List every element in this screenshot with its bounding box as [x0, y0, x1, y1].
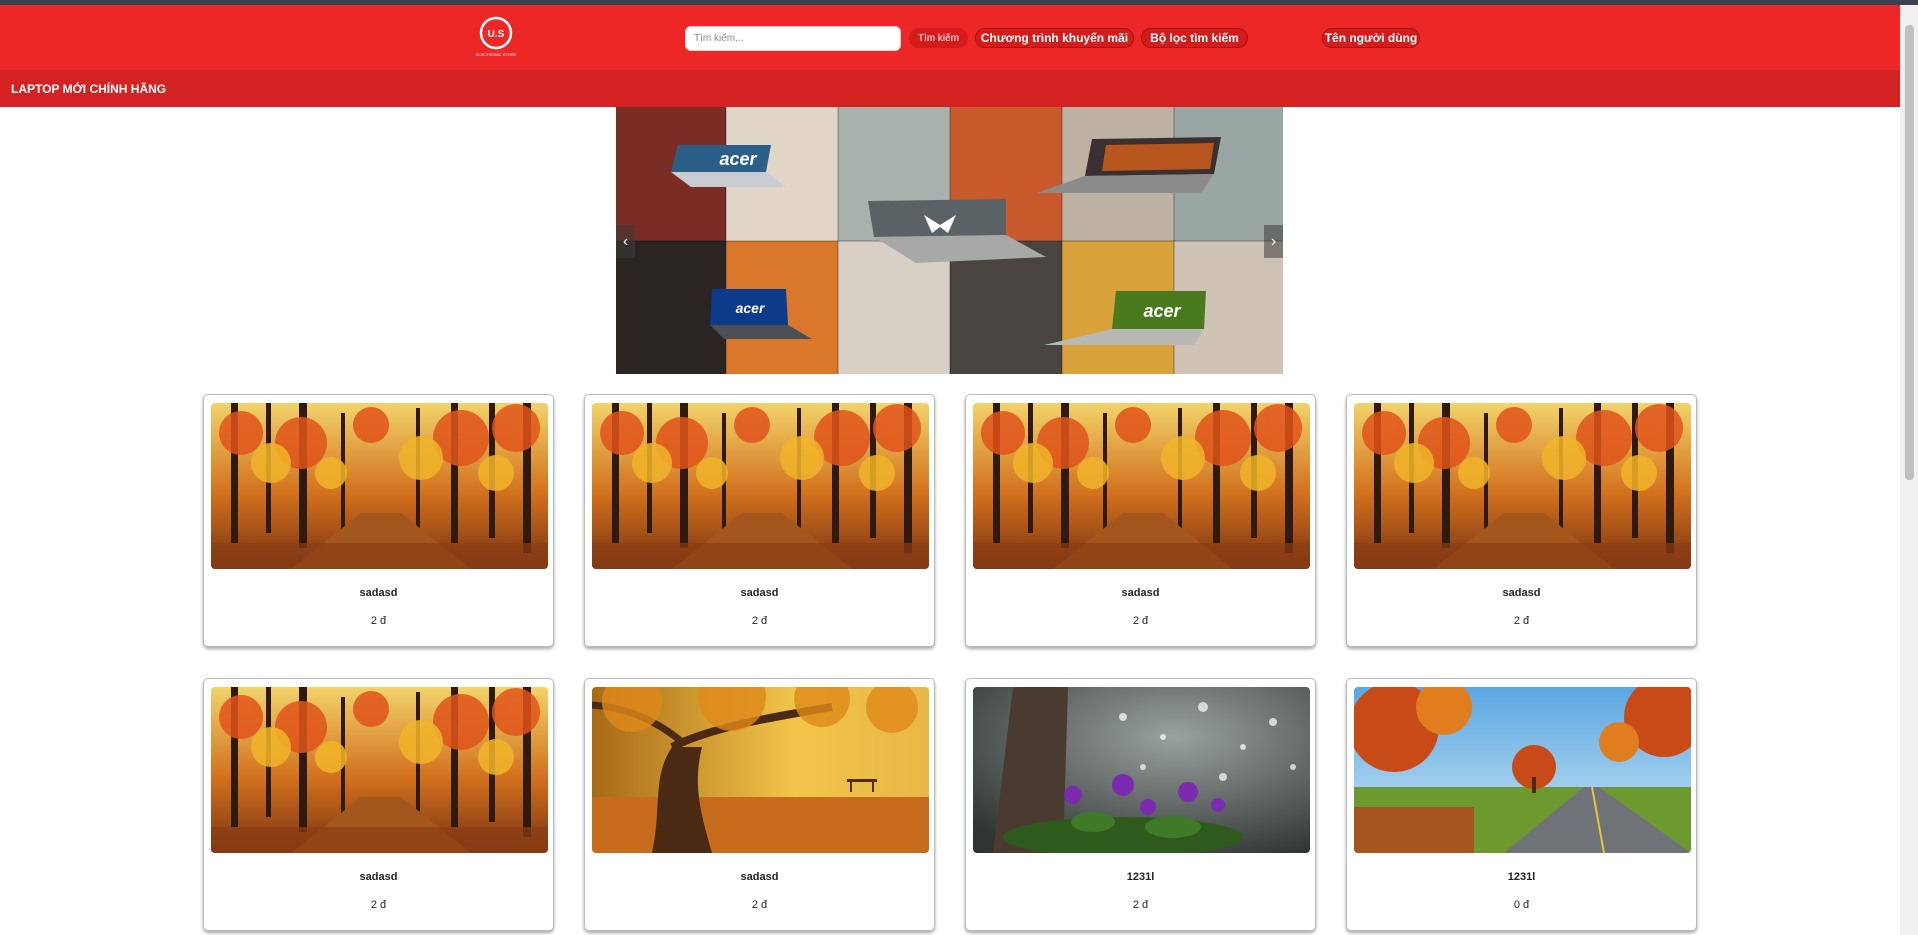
product-name[interactable]: sadasd	[585, 587, 934, 599]
svg-text:acer: acer	[1143, 301, 1181, 321]
product-price: 0 đ	[1513, 899, 1530, 911]
svg-text:U.S: U.S	[488, 29, 505, 40]
product-image[interactable]	[592, 687, 929, 853]
product-card[interactable]: sadasd 2 đ	[1346, 394, 1697, 647]
product-price: 2 đ	[751, 899, 768, 911]
product-card[interactable]: 1231l 2 đ	[965, 678, 1316, 931]
category-bar: LAPTOP MỚI CHÍNH HÃNG	[0, 70, 1900, 107]
filter-button[interactable]: Bộ lọc tìm kiếm	[1141, 28, 1248, 48]
product-price: 2 đ	[1132, 615, 1149, 627]
product-image[interactable]	[1354, 687, 1691, 853]
product-image[interactable]	[592, 403, 929, 569]
product-name[interactable]: sadasd	[1347, 587, 1696, 599]
product-price: 2 đ	[370, 899, 387, 911]
category-title[interactable]: LAPTOP MỚI CHÍNH HÃNG	[11, 82, 166, 96]
product-image[interactable]	[211, 403, 548, 569]
page-scrollbar[interactable]	[1900, 5, 1918, 935]
chevron-left-icon: ‹	[622, 232, 629, 250]
search-button-label: Tìm kiếm	[917, 32, 960, 44]
product-image[interactable]	[973, 687, 1310, 853]
product-price: 2 đ	[1132, 899, 1149, 911]
store-logo[interactable]: U.S ELECTRONIC STORE	[474, 16, 518, 58]
product-name[interactable]: 1231l	[1347, 871, 1696, 883]
chevron-right-icon: ›	[1270, 232, 1277, 250]
svg-text:acer: acer	[719, 149, 757, 169]
product-name[interactable]: sadasd	[585, 871, 934, 883]
carousel-prev-button[interactable]: ‹	[616, 225, 635, 258]
search-button[interactable]: Tìm kiếm	[909, 28, 968, 48]
product-card[interactable]: 1231l 0 đ	[1346, 678, 1697, 931]
svg-text:acer: acer	[736, 300, 766, 316]
product-name[interactable]: sadasd	[204, 871, 553, 883]
product-image[interactable]	[973, 403, 1310, 569]
banner-image: acer acer acer	[616, 107, 1283, 374]
promo-button[interactable]: Chương trình khuyến mãi	[975, 28, 1134, 48]
product-card[interactable]: sadasd 2 đ	[203, 678, 554, 931]
banner-carousel: acer acer acer ‹ ›	[616, 107, 1283, 374]
product-card[interactable]: sadasd 2 đ	[584, 678, 935, 931]
promo-button-label: Chương trình khuyến mãi	[980, 31, 1129, 45]
product-name[interactable]: 1231l	[966, 871, 1315, 883]
product-name[interactable]: sadasd	[966, 587, 1315, 599]
product-price: 2 đ	[1513, 615, 1530, 627]
product-card[interactable]: sadasd 2 đ	[203, 394, 554, 647]
search-input[interactable]	[685, 26, 901, 51]
product-name[interactable]: sadasd	[204, 587, 553, 599]
product-image[interactable]	[211, 687, 548, 853]
user-button[interactable]: Tên người dùng	[1322, 28, 1420, 48]
product-image[interactable]	[1354, 403, 1691, 569]
svg-text:ELECTRONIC STORE: ELECTRONIC STORE	[476, 52, 517, 57]
scrollbar-thumb[interactable]	[1905, 25, 1914, 480]
product-price: 2 đ	[751, 615, 768, 627]
product-price: 2 đ	[370, 615, 387, 627]
site-header: U.S ELECTRONIC STORE Tìm kiếm Chương trì…	[0, 5, 1918, 70]
filter-button-label: Bộ lọc tìm kiếm	[1150, 31, 1239, 45]
carousel-next-button[interactable]: ›	[1264, 225, 1283, 258]
product-card[interactable]: sadasd 2 đ	[584, 394, 935, 647]
product-card[interactable]: sadasd 2 đ	[965, 394, 1316, 647]
user-button-label: Tên người dùng	[1324, 31, 1418, 45]
